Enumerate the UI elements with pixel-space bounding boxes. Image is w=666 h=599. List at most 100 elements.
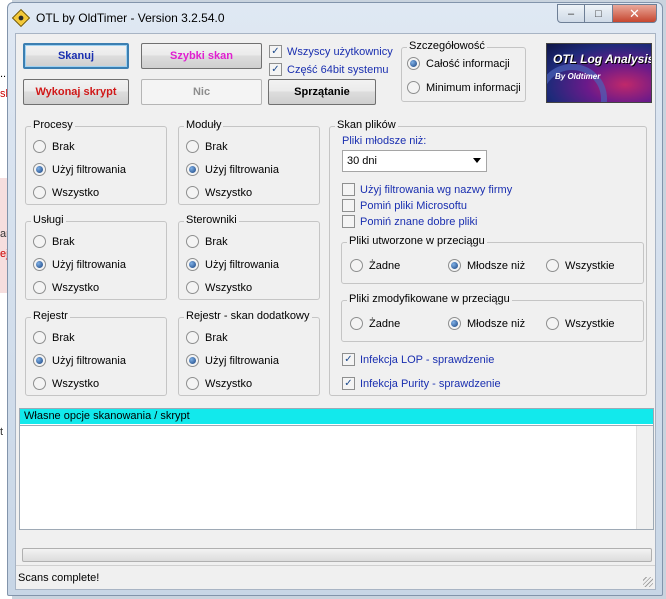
skip-microsoft-checkbox[interactable]: Pomiń pliki Microsoftu	[342, 199, 467, 212]
modules-filter-radio[interactable]: Użyj filtrowania	[186, 163, 279, 176]
registry-all-radio[interactable]: Wszystko	[33, 377, 99, 390]
registry-none-radio[interactable]: Brak	[33, 331, 75, 344]
modules-all-radio[interactable]: Wszystko	[186, 186, 252, 199]
status-text: Scans complete!	[18, 571, 100, 584]
status-bar: Scans complete!	[16, 565, 655, 589]
detail-minimum-label: Minimum informacji	[426, 81, 521, 94]
processes-filter-radio[interactable]: Użyj filtrowania	[33, 163, 126, 176]
files-modified-group: Pliki zmodyfikowane w przeciągu Żadne Mł…	[341, 293, 644, 342]
checkbox-empty-icon	[342, 215, 355, 228]
option-label: Wszystkie	[565, 317, 615, 330]
option-label: Użyj filtrowania	[205, 258, 279, 271]
background-fragment: t	[0, 426, 4, 438]
quick-scan-button[interactable]: Szybki skan	[141, 43, 262, 69]
custom-options-scrollbar[interactable]	[636, 426, 653, 529]
otl-window: OTL by OldTimer - Version 3.2.54.0 – □ ✕…	[7, 2, 663, 596]
option-label: Użyj filtrowania	[52, 163, 126, 176]
option-label: Brak	[52, 331, 75, 344]
radio-selected-icon	[33, 258, 46, 271]
checkbox-mark-icon: ✓	[342, 353, 355, 366]
option-label: Brak	[52, 140, 75, 153]
option-label: Użyj filtrowania	[52, 354, 126, 367]
all-users-checkbox[interactable]: ✓ Wszyscy użytkownicy	[269, 45, 393, 58]
radio-empty-icon	[186, 377, 199, 390]
window-controls: – □ ✕	[557, 4, 657, 23]
logo-subtitle: By Oldtimer	[555, 72, 601, 81]
skip-microsoft-label: Pomiń pliki Microsoftu	[360, 199, 467, 212]
radio-empty-icon	[546, 259, 559, 272]
radio-empty-icon	[186, 281, 199, 294]
cleanup-button[interactable]: Sprzątanie	[268, 79, 376, 105]
services-all-radio[interactable]: Wszystko	[33, 281, 99, 294]
radio-empty-icon	[33, 377, 46, 390]
registry-filter-radio[interactable]: Użyj filtrowania	[33, 354, 126, 367]
modified-younger-radio[interactable]: Młodsze niż	[448, 317, 525, 330]
files-modified-title: Pliki zmodyfikowane w przeciągu	[347, 293, 512, 305]
radio-empty-icon	[186, 140, 199, 153]
radio-empty-icon	[407, 81, 420, 94]
file-scan-title: Skan plików	[335, 119, 398, 131]
services-none-radio[interactable]: Brak	[33, 235, 75, 248]
younger-than-dropdown[interactable]: 30 dni	[342, 150, 487, 172]
services-filter-radio[interactable]: Użyj filtrowania	[33, 258, 126, 271]
detail-minimum-radio[interactable]: Minimum informacji	[407, 81, 521, 94]
modules-group: Moduły Brak Użyj filtrowania Wszystko	[178, 119, 320, 205]
registry-extra-filter-radio[interactable]: Użyj filtrowania	[186, 354, 279, 367]
resize-grip-icon[interactable]	[643, 577, 653, 587]
created-none-radio[interactable]: Żadne	[350, 259, 400, 272]
registry-group: Rejestr Brak Użyj filtrowania Wszystko	[25, 310, 167, 396]
maximize-button[interactable]: □	[585, 4, 613, 23]
lop-infection-checkbox[interactable]: ✓ Infekcja LOP - sprawdzenie	[342, 353, 494, 366]
modules-none-radio[interactable]: Brak	[186, 140, 228, 153]
registry-title: Rejestr	[31, 310, 70, 322]
close-button[interactable]: ✕	[613, 4, 657, 23]
radio-selected-icon	[33, 354, 46, 367]
radio-empty-icon	[33, 186, 46, 199]
detail-level-group: Szczegółowość Całość informacji Minimum …	[401, 40, 526, 102]
drivers-all-radio[interactable]: Wszystko	[186, 281, 252, 294]
created-all-radio[interactable]: Wszystkie	[546, 259, 615, 272]
skip-known-good-checkbox[interactable]: Pomiń znane dobre pliki	[342, 215, 477, 228]
processes-none-radio[interactable]: Brak	[33, 140, 75, 153]
drivers-none-radio[interactable]: Brak	[186, 235, 228, 248]
files-created-group: Pliki utworzone w przeciągu Żadne Młodsz…	[341, 235, 644, 284]
option-label: Brak	[205, 235, 228, 248]
registry-extra-all-radio[interactable]: Wszystko	[186, 377, 252, 390]
purity-infection-checkbox[interactable]: ✓ Infekcja Purity - sprawdzenie	[342, 377, 501, 390]
radio-selected-icon	[33, 163, 46, 176]
title-bar[interactable]: OTL by OldTimer - Version 3.2.54.0 – □ ✕	[8, 3, 662, 33]
otl-log-analysis-logo: OTL Log Analysis By Oldtimer	[546, 43, 652, 103]
filter-company-checkbox[interactable]: Użyj filtrowania wg nazwy firmy	[342, 183, 512, 196]
created-younger-radio[interactable]: Młodsze niż	[448, 259, 525, 272]
younger-than-value: 30 dni	[347, 155, 377, 167]
processes-all-radio[interactable]: Wszystko	[33, 186, 99, 199]
drivers-filter-radio[interactable]: Użyj filtrowania	[186, 258, 279, 271]
lop-infection-label: Infekcja LOP - sprawdzenie	[360, 353, 495, 366]
modified-all-radio[interactable]: Wszystkie	[546, 317, 615, 330]
modified-none-radio[interactable]: Żadne	[350, 317, 400, 330]
minimize-button[interactable]: –	[557, 4, 585, 23]
radio-empty-icon	[186, 235, 199, 248]
registry-extra-title: Rejestr - skan dodatkowy	[184, 310, 312, 322]
radio-empty-icon	[350, 317, 363, 330]
option-label: Wszystko	[52, 186, 100, 199]
radio-empty-icon	[33, 331, 46, 344]
purity-infection-label: Infekcja Purity - sprawdzenie	[360, 377, 501, 390]
services-group: Usługi Brak Użyj filtrowania Wszystko	[25, 214, 167, 300]
custom-options-textarea[interactable]	[21, 428, 636, 528]
detail-full-radio[interactable]: Całość informacji	[407, 57, 510, 70]
option-label: Użyj filtrowania	[52, 258, 126, 271]
radio-empty-icon	[186, 331, 199, 344]
option-label: Użyj filtrowania	[205, 163, 279, 176]
registry-extra-none-radio[interactable]: Brak	[186, 331, 228, 344]
run-script-button[interactable]: Wykonaj skrypt	[23, 79, 129, 105]
none-button[interactable]: Nic	[141, 79, 262, 105]
checkbox-mark-icon: ✓	[269, 63, 282, 76]
option-label: Wszystko	[52, 377, 100, 390]
64bit-checkbox[interactable]: ✓ Część 64bit systemu	[269, 63, 388, 76]
younger-than-label: Pliki młodsze niż:	[342, 135, 427, 147]
option-label: Żadne	[369, 317, 401, 330]
chevron-down-icon	[473, 158, 481, 163]
background-fragment: ..	[0, 68, 7, 80]
scan-button[interactable]: Skanuj	[23, 43, 129, 69]
